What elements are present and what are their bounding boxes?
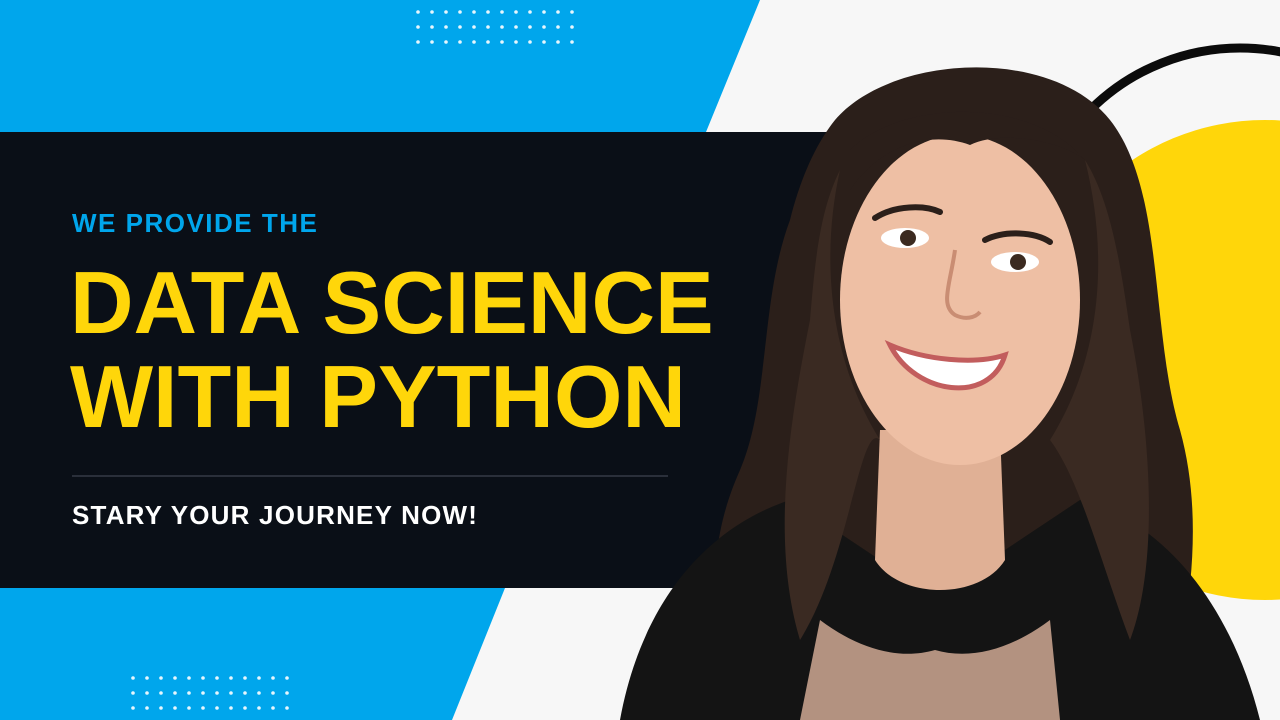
headline-line-1: DATA SCIENCE [70, 253, 714, 352]
dot [145, 706, 149, 710]
dot [257, 691, 261, 695]
dot [514, 40, 518, 44]
dot [201, 676, 205, 680]
dot [187, 676, 191, 680]
dot [229, 691, 233, 695]
dot [229, 706, 233, 710]
subtext-cta: STARY YOUR JOURNEY NOW! [72, 500, 479, 530]
dot [472, 40, 476, 44]
headline-line-2: WITH PYTHON [70, 347, 686, 446]
dot [271, 691, 275, 695]
dot [243, 676, 247, 680]
dot [486, 10, 490, 14]
dot [500, 40, 504, 44]
dot [173, 691, 177, 695]
dot [444, 40, 448, 44]
dot [145, 691, 149, 695]
dot [416, 25, 420, 29]
dot [542, 25, 546, 29]
kicker-text: WE PROVIDE THE [72, 208, 319, 238]
dot [173, 706, 177, 710]
dot [285, 676, 289, 680]
dot [173, 676, 177, 680]
dot [430, 40, 434, 44]
dot [159, 706, 163, 710]
dot [159, 691, 163, 695]
dot [229, 676, 233, 680]
dot [486, 25, 490, 29]
dot [285, 706, 289, 710]
top-blue-band [0, 0, 760, 132]
dot [570, 10, 574, 14]
dot [458, 25, 462, 29]
dot [187, 706, 191, 710]
dot [458, 10, 462, 14]
dot [556, 25, 560, 29]
dot [285, 691, 289, 695]
dot [243, 706, 247, 710]
dot [556, 40, 560, 44]
dot [500, 25, 504, 29]
bottom-blue-band [0, 588, 505, 720]
dot [542, 40, 546, 44]
dot [131, 691, 135, 695]
dot [201, 691, 205, 695]
dot [271, 706, 275, 710]
dot [430, 10, 434, 14]
dot [556, 10, 560, 14]
dot [542, 10, 546, 14]
dot [131, 676, 135, 680]
dot [187, 691, 191, 695]
dot [528, 25, 532, 29]
dot [458, 40, 462, 44]
dot [215, 691, 219, 695]
dot [472, 10, 476, 14]
dot [416, 40, 420, 44]
dot [444, 25, 448, 29]
dot [257, 676, 261, 680]
dot [528, 10, 532, 14]
dot [243, 691, 247, 695]
dot [416, 10, 420, 14]
dot [215, 706, 219, 710]
dot [145, 676, 149, 680]
dot [159, 676, 163, 680]
dot [201, 706, 205, 710]
dot [271, 676, 275, 680]
dot [570, 40, 574, 44]
dot [430, 25, 434, 29]
dot [528, 40, 532, 44]
dot [215, 676, 219, 680]
dot [486, 40, 490, 44]
divider-line [72, 475, 668, 477]
dot [514, 10, 518, 14]
dot [444, 10, 448, 14]
dot [514, 25, 518, 29]
dot [500, 10, 504, 14]
dot [472, 25, 476, 29]
dot [131, 706, 135, 710]
dot [570, 25, 574, 29]
dot [257, 706, 261, 710]
